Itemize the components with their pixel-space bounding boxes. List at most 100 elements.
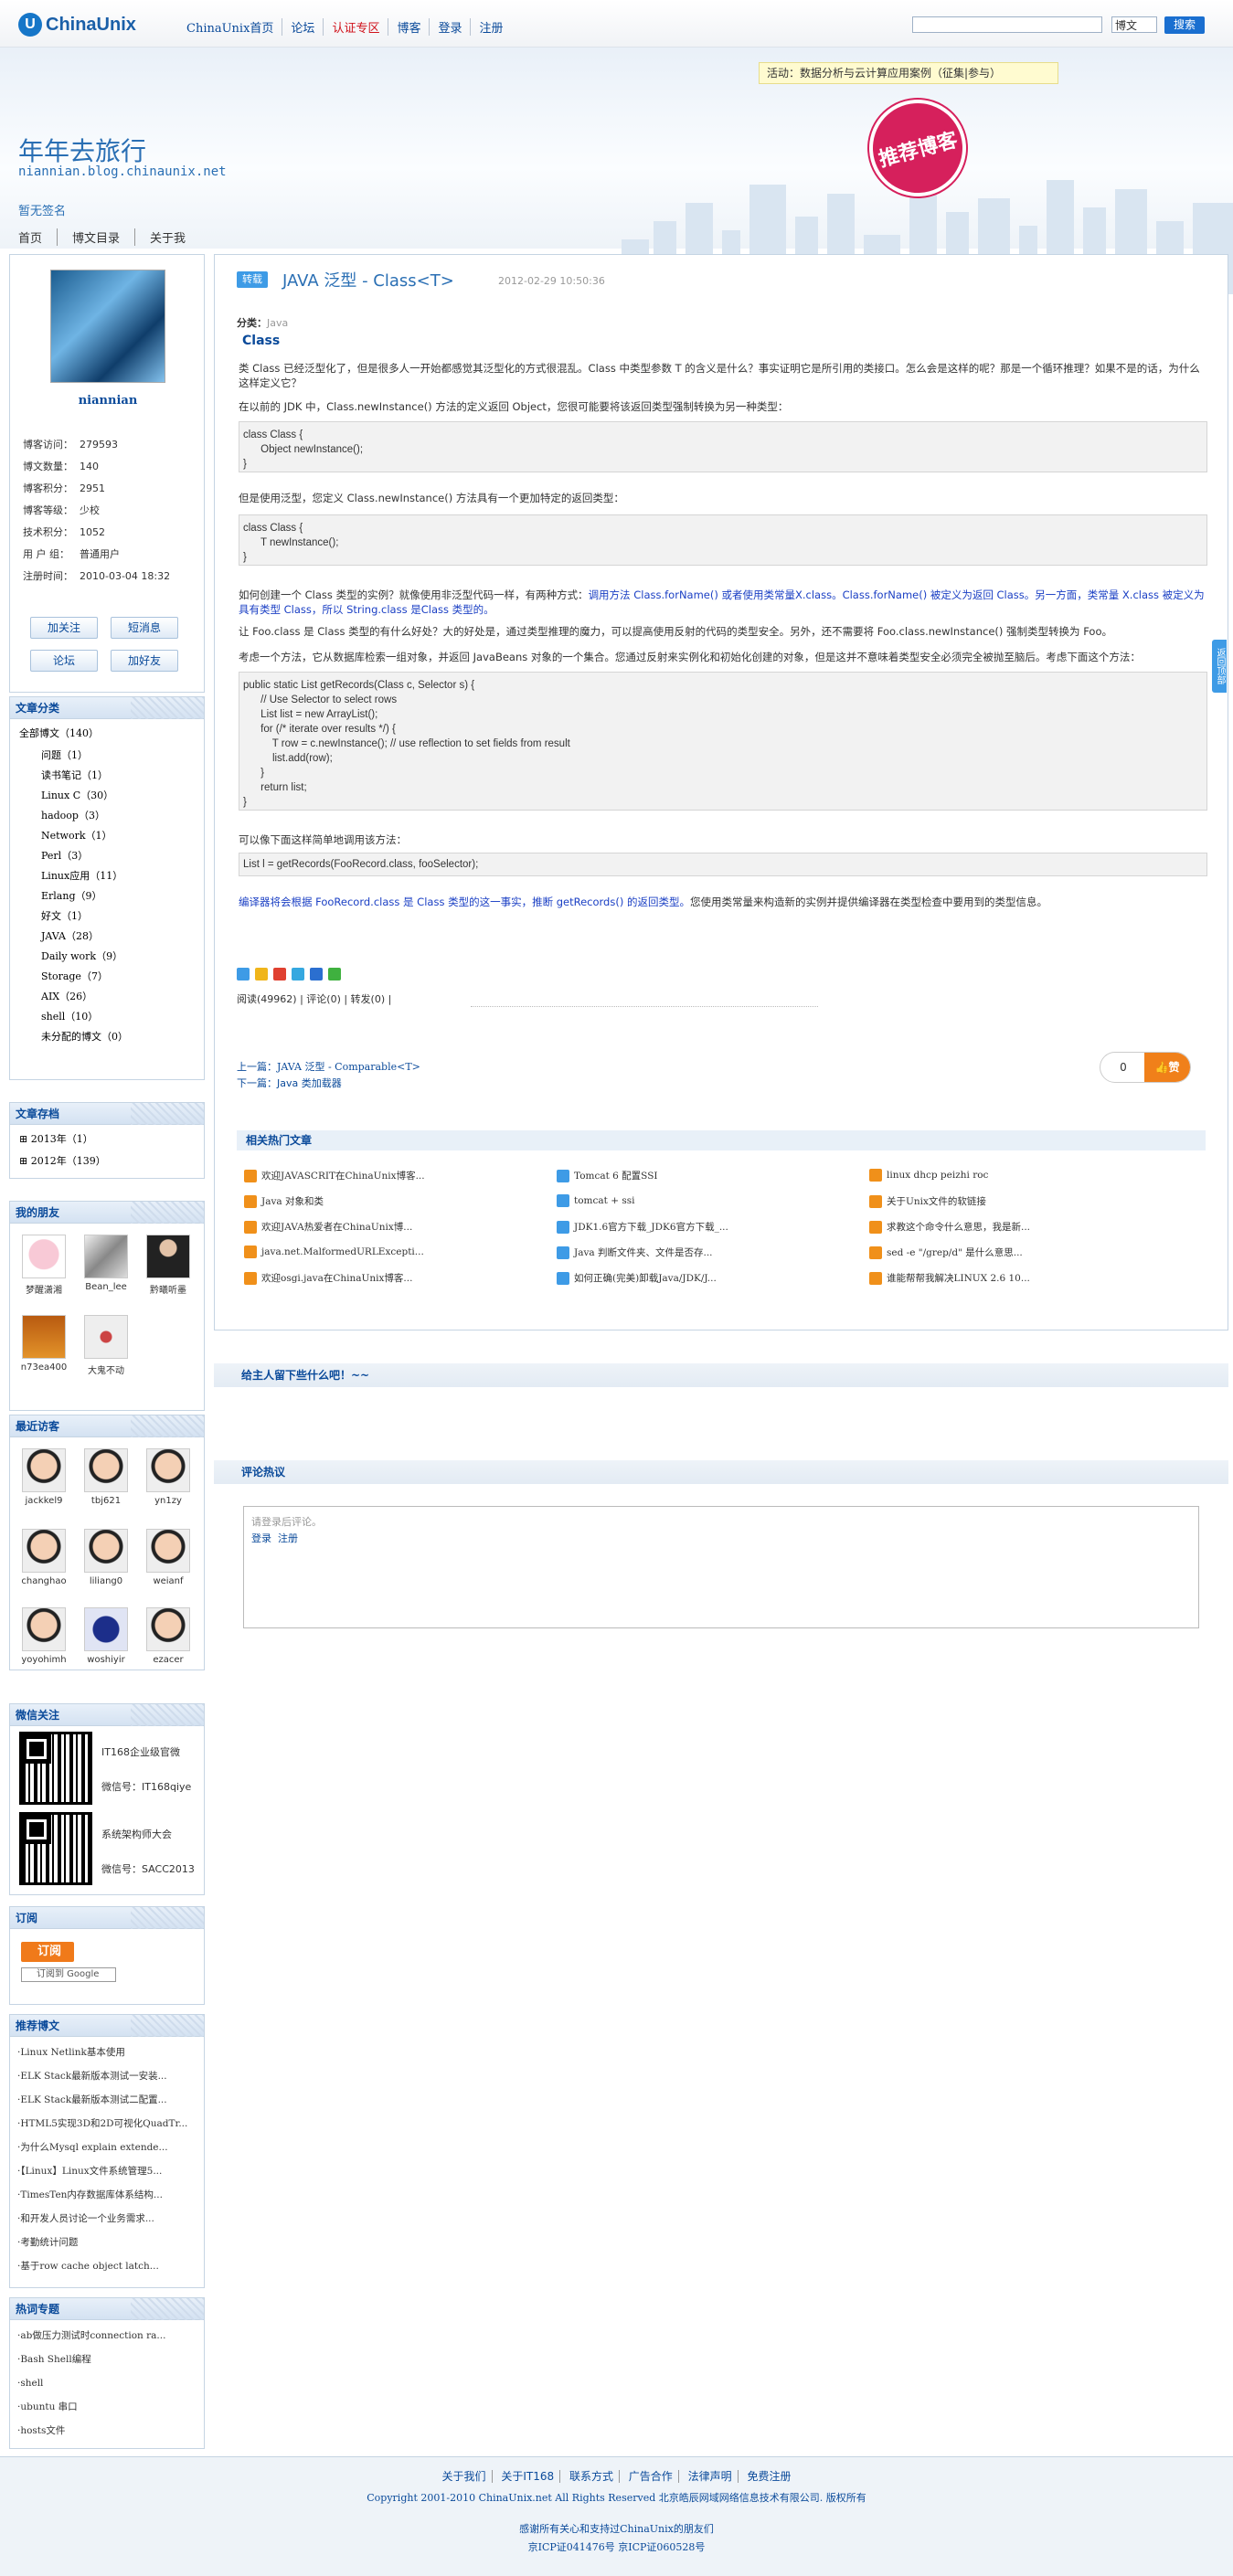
category-item[interactable]: 未分配的博文（0） [19,1026,204,1048]
related-item[interactable]: Java 对象和类 [244,1194,324,1208]
article-title[interactable]: JAVA 泛型 - Class<T> [282,268,454,292]
category-item[interactable]: Linux应用（11） [19,865,204,887]
visitor-item[interactable]: ezacer [143,1607,193,1665]
article-category-link[interactable]: Java [267,317,288,329]
category-item[interactable]: Network（1） [19,825,204,847]
comment-register-link[interactable]: 注册 [278,1532,298,1544]
related-item[interactable]: sed -e "/grep/d" 是什么意思... [869,1246,1023,1259]
chinaunix-logo[interactable]: U ChinaUnix [18,13,136,37]
related-item[interactable]: Java 判断文件夹、文件是否存... [557,1246,713,1259]
recommended-item[interactable]: ·Linux Netlink基本使用 [10,2037,204,2064]
friend-item[interactable]: 黔曦听墨 [143,1235,193,1296]
recommended-item[interactable]: ·TimesTen内存数据库体系结构... [10,2183,204,2207]
visitor-item[interactable]: changhao [19,1529,69,1586]
recommended-item[interactable]: ·基于row cache object latch... [10,2254,204,2278]
share-wechat-icon[interactable] [328,968,341,981]
footer-link[interactable]: 免费注册 [741,2470,796,2483]
related-item[interactable]: 欢迎osgi.java在ChinaUnix博客... [244,1271,412,1285]
rss-subscribe-button[interactable]: 订阅 [21,1942,74,1962]
next-post-link[interactable]: 下一篇：Java 类加载器 [237,1076,342,1090]
category-item[interactable]: AIX（26） [19,986,204,1008]
footer-link[interactable]: 法律声明 [682,2470,739,2483]
visitor-item[interactable]: liliang0 [81,1529,131,1586]
back-to-top-tab[interactable]: 返回顶部 [1212,640,1227,693]
category-item[interactable]: Linux C（30） [19,785,204,807]
search-button[interactable]: 搜索 [1164,16,1205,34]
nav-blog[interactable]: 博客 [388,18,430,36]
archive-item[interactable]: 2012年（139） [31,1155,106,1167]
visitor-item[interactable]: tbj621 [81,1448,131,1506]
blog-title[interactable]: 年年去旅行 [18,132,146,168]
related-item[interactable]: 求教这个命令什么意思，我是新... [869,1220,1030,1234]
friend-item[interactable]: 大鬼不动 [81,1315,131,1376]
google-subscribe-button[interactable]: 订阅到 Google [21,1967,116,1982]
archive-item[interactable]: 2013年（1） [31,1133,93,1145]
related-item[interactable]: Tomcat 6 配置SSI [557,1169,658,1182]
visitor-item[interactable]: woshiyir [81,1607,131,1665]
recommended-item[interactable]: ·ELK Stack最新版本测试一安装... [10,2064,204,2088]
category-item[interactable]: Storage（7） [19,966,204,988]
blog-nav-home[interactable]: 首页 [18,228,58,246]
category-item[interactable]: Daily work（9） [19,946,204,968]
visitor-item[interactable]: jackkel9 [19,1448,69,1506]
category-item[interactable]: shell（10） [19,1006,204,1028]
visitor-item[interactable]: yn1zy [143,1448,193,1506]
category-item[interactable]: 好文（1） [19,906,204,928]
friend-item[interactable]: Bean_lee [81,1235,131,1292]
share-renren-icon[interactable] [310,968,323,981]
category-item[interactable]: JAVA（28） [19,926,204,948]
visitor-item[interactable]: weianf [143,1529,193,1586]
recommended-item[interactable]: ·考勤统计问题 [10,2231,204,2254]
related-item[interactable]: 欢迎JAVASCRIT在ChinaUnix博客... [244,1169,425,1182]
profile-username[interactable]: niannian [10,394,206,408]
prev-post-link[interactable]: 上一篇：JAVA 泛型 - Comparable<T> [237,1059,420,1074]
blog-nav-about[interactable]: 关于我 [150,228,200,246]
related-item[interactable]: 如何正确(完美)卸载Java/JDK/J... [557,1271,717,1285]
related-item[interactable]: 欢迎JAVA热爱者在ChinaUnix博... [244,1220,412,1234]
hot-topic-item[interactable]: ·ab做压力测试时connection ra... [10,2320,204,2348]
footer-link[interactable]: 关于我们 [436,2470,493,2483]
nav-certification[interactable]: 认证专区 [324,18,389,36]
footer-link[interactable]: 广告合作 [622,2470,679,2483]
share-tencent-icon[interactable] [292,968,304,981]
activity-notice[interactable]: 活动：数据分析与云计算应用案例（征集|参与） [759,62,1058,84]
footer-link[interactable]: 联系方式 [563,2470,620,2483]
share-qzone-icon[interactable] [255,968,268,981]
related-item[interactable]: tomcat + ssi [557,1194,634,1207]
comment-login-link[interactable]: 登录 [251,1532,271,1544]
footer-icp[interactable]: 京ICP证041476号 京ICP证060528号 [0,2539,1233,2554]
nav-forum[interactable]: 论坛 [282,18,324,36]
footer-link[interactable]: 关于IT168 [495,2470,561,2483]
hot-topic-item[interactable]: ·Bash Shell编程 [10,2348,204,2371]
expand-icon[interactable]: ⊞ [19,1155,31,1167]
nav-login[interactable]: 登录 [430,18,472,36]
category-item[interactable]: 读书笔记（1） [19,765,204,787]
add-friend-button[interactable]: 加好友 [111,650,178,672]
like-button[interactable]: 👍赞 [1144,1053,1190,1082]
nav-home[interactable]: ChinaUnix首页 [178,18,283,36]
share-plus-icon[interactable] [237,968,250,981]
category-item[interactable]: Perl（3） [19,845,204,867]
comment-box[interactable]: 请登录后评论。 登录 注册 [243,1506,1199,1628]
share-weibo-icon[interactable] [273,968,286,981]
avatar[interactable] [50,270,165,383]
related-item[interactable]: java.net.MalformedURLExcepti... [244,1246,424,1258]
follow-button[interactable]: 加关注 [30,617,98,639]
forum-button[interactable]: 论坛 [30,650,98,672]
hot-topic-item[interactable]: ·hosts文件 [10,2419,204,2443]
search-input[interactable] [912,16,1102,33]
search-scope-select[interactable]: 博文 [1111,16,1157,33]
category-item[interactable]: 问题（1） [19,745,204,767]
recommended-item[interactable]: ·【Linux】Linux文件系统管理5... [10,2159,204,2183]
hot-topic-item[interactable]: ·ubuntu 串口 [10,2395,204,2419]
recommended-item[interactable]: ·HTML5实现3D和2D可视化QuadTr... [10,2112,204,2136]
friend-item[interactable]: n73ea400 [19,1315,69,1373]
recommended-item[interactable]: ·为什么Mysql explain extende... [10,2136,204,2159]
expand-icon[interactable]: ⊞ [19,1133,31,1145]
related-item[interactable]: 关于Unix文件的软链接 [869,1194,986,1208]
related-item[interactable]: 谁能帮帮我解决LINUX 2.6 10... [869,1271,1030,1285]
nav-register[interactable]: 注册 [471,18,511,36]
friend-item[interactable]: 梦醒潇湘 [19,1235,69,1296]
related-item[interactable]: JDK1.6官方下载_JDK6官方下载_... [557,1220,728,1234]
category-item[interactable]: hadoop（3） [19,805,204,827]
